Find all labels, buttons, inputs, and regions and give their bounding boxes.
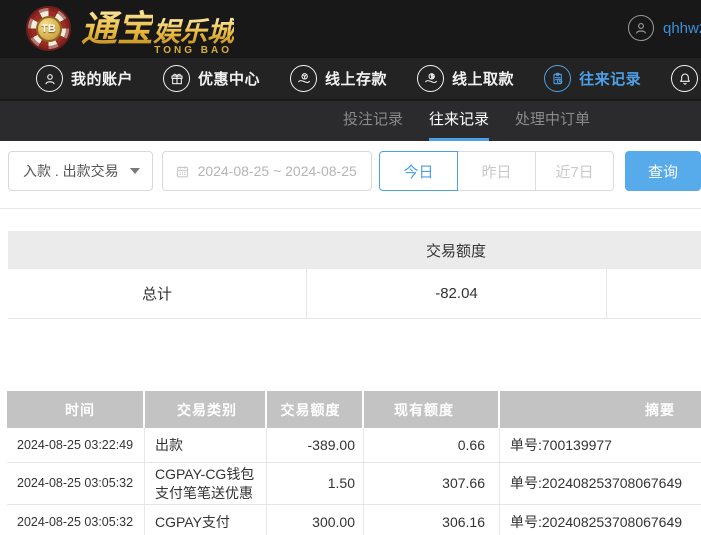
cell-time: 2024-08-25 03:05:32 [7,505,145,535]
nav-item-my-account[interactable]: 我的账户 [36,65,133,92]
section-divider [0,208,701,209]
quick-date-buttons: 今日 昨日 近7日 [379,151,614,191]
transaction-type-value: 入款 . 出款交易 [23,163,119,179]
brand-header: TB 通宝娱乐城 TONG BAO qhhw2 [0,0,701,58]
filter-bar: 入款 . 出款交易 2024-08-25 ~ 2024-08-25 今日 昨日 … [8,151,701,191]
summary-header-amount: 交易额度 [425,242,486,260]
cell-summary: 单号:700139977 [510,436,612,453]
header-summary: 摘要 [645,401,675,418]
record-tabs: 投注记录 往来记录 处理中订单 [0,101,701,141]
cell-type: CGPAY支付 [145,505,267,535]
transactions-table: 时间 交易类别 交易额度 现有额度 摘要 2024-08-25 03:22:49… [7,391,701,535]
cell-summary: 单号:202408253708067649 [510,475,683,491]
cell-amount: 1.50 [267,463,364,504]
nav-item-transaction-records[interactable]: 往来记录 [544,65,641,92]
brand-name-primary: 通宝 [81,7,154,49]
summary-header-row: 交易额度 [8,231,701,269]
summary-total-row: 总计 -82.04 [8,269,701,319]
table-row: 2024-08-25 03:05:32 CGPAY支付 300.00 306.1… [7,505,701,535]
user-account[interactable]: qhhw2 [628,15,701,41]
cell-balance: 306.16 [364,505,500,535]
today-button[interactable]: 今日 [379,151,458,191]
logo-text: 通宝娱乐城 TONG BAO [81,7,238,55]
tab-transaction-records[interactable]: 往来记录 [429,101,490,141]
cell-balance: 0.66 [364,428,500,462]
calendar-icon [175,164,190,179]
header-type: 交易类别 [145,391,267,428]
table-header-row: 时间 交易类别 交易额度 现有额度 摘要 [7,391,701,428]
summary-total-label: 总计 [141,286,172,303]
deposit-coin-icon [290,65,318,92]
cell-amount: 300.00 [267,505,364,535]
tab-betting-records[interactable]: 投注记录 [343,101,403,141]
nav-item-withdraw[interactable]: 线上取款 [417,65,514,92]
last7days-button[interactable]: 近7日 [535,151,614,191]
table-row: 2024-08-25 03:05:32 CGPAY-CG钱包支付笔笔送优惠 1.… [7,463,701,505]
username: qhhw2 [663,19,701,37]
transaction-type-select[interactable]: 入款 . 出款交易 [8,151,153,191]
bell-icon [671,65,699,92]
cell-balance: 307.66 [364,463,500,504]
gift-icon [163,65,191,92]
search-button[interactable]: 查询 [625,151,701,191]
brand-name-secondary: 娱乐城 [153,16,235,47]
main-nav: 我的账户 优惠中心 线上存款 线上取款 往来记录 [0,58,701,101]
chevron-down-icon [129,168,140,174]
cell-type: 出款 [145,428,267,462]
brand-latin: TONG BAO [154,44,233,56]
nav-item-promotions[interactable]: 优惠中心 [163,65,260,92]
withdraw-coin-icon [417,65,445,92]
header-time: 时间 [7,391,145,428]
poker-chip-logo-icon: TB [26,6,71,51]
date-range-value: 2024-08-25 ~ 2024-08-25 [197,163,357,179]
header-amount: 交易额度 [267,391,364,428]
yesterday-button[interactable]: 昨日 [457,151,536,191]
nav-item-deposit[interactable]: 线上存款 [290,65,387,92]
cell-time: 2024-08-25 03:22:49 [7,428,145,462]
cell-amount: -389.00 [267,428,364,462]
user-icon [36,65,63,92]
table-row: 2024-08-25 03:22:49 出款 -389.00 0.66 单号:7… [7,428,701,463]
site-logo[interactable]: TB 通宝娱乐城 TONG BAO [26,6,238,55]
cell-summary: 单号:202408253708067649 [510,513,683,530]
nav-item-messages[interactable]: 信息 [671,65,701,92]
chip-badge: TB [35,15,62,42]
header-balance: 现有额度 [364,391,500,428]
summary-total-value: -82.04 [306,269,606,318]
tab-processing-orders[interactable]: 处理中订单 [515,101,590,141]
user-avatar-icon [628,15,654,41]
cell-type: CGPAY-CG钱包支付笔笔送优惠 [145,463,267,504]
summary-table: 交易额度 总计 -82.04 [8,231,701,319]
records-clipboard-icon [544,65,572,92]
date-range-picker[interactable]: 2024-08-25 ~ 2024-08-25 [161,151,372,191]
cell-time: 2024-08-25 03:05:32 [7,463,145,504]
